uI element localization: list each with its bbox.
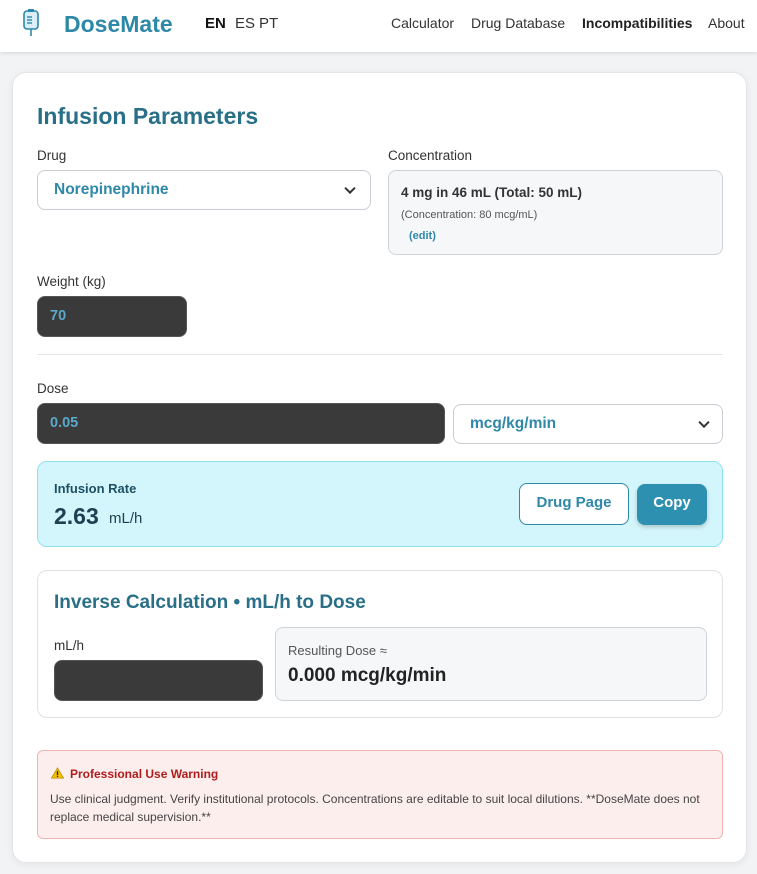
concentration-main: 4 mg in 46 mL (Total: 50 mL) <box>401 185 583 200</box>
inverse-calculation-panel: Inverse Calculation • mL/h to Dose mL/h … <box>37 570 723 718</box>
calculator-card: Infusion Parameters Drug Norepinephrine … <box>12 72 747 863</box>
chevron-down-icon <box>698 416 710 429</box>
section-title: Infusion Parameters <box>37 103 259 129</box>
infusion-rate-label: Infusion Rate <box>54 481 137 496</box>
lang-en[interactable]: EN <box>205 15 226 32</box>
mlh-label: mL/h <box>54 638 85 653</box>
nav-about[interactable]: About <box>708 15 745 31</box>
drug-label: Drug <box>37 148 67 163</box>
lang-es[interactable]: ES <box>235 15 255 32</box>
dose-label: Dose <box>37 381 69 396</box>
concentration-sub: (Concentration: 80 mcg/mL) <box>401 209 538 221</box>
nav-drug-database[interactable]: Drug Database <box>471 15 565 31</box>
mlh-input[interactable] <box>54 660 263 701</box>
top-navbar: DoseMate EN ES PT Calculator Drug Databa… <box>0 0 757 52</box>
dose-unit-select[interactable]: mcg/kg/min <box>453 404 723 444</box>
inverse-title: Inverse Calculation • mL/h to Dose <box>54 592 366 613</box>
drug-page-button[interactable]: Drug Page <box>519 483 629 525</box>
resulting-dose-value: 0.000 mcg/kg/min <box>288 665 447 686</box>
lang-pt[interactable]: PT <box>259 15 278 32</box>
concentration-label: Concentration <box>388 148 473 163</box>
resulting-dose-label: Resulting Dose ≈ <box>288 643 387 658</box>
brand-name[interactable]: DoseMate <box>64 11 173 38</box>
dose-unit-value: mcg/kg/min <box>470 415 557 432</box>
professional-warning: Professional Use Warning Use clinical ju… <box>37 750 723 839</box>
warning-text: Use clinical judgment. Verify institutio… <box>50 792 700 824</box>
resulting-dose-box: Resulting Dose ≈ 0.000 mcg/kg/min <box>275 627 707 701</box>
infusion-rate-unit: mL/h <box>109 510 143 527</box>
nav-incompatibilities[interactable]: Incompatibilities <box>582 15 692 31</box>
concentration-edit-link[interactable]: (edit) <box>409 230 436 242</box>
iv-bag-icon <box>23 9 39 36</box>
warning-title: Professional Use Warning <box>70 767 219 781</box>
concentration-box: 4 mg in 46 mL (Total: 50 mL) (Concentrat… <box>388 170 723 255</box>
copy-button[interactable]: Copy <box>637 484 707 525</box>
weight-input[interactable]: 70 <box>37 296 187 337</box>
drug-select[interactable]: Norepinephrine <box>37 170 371 210</box>
weight-label: Weight (kg) <box>37 274 106 289</box>
drug-select-value: Norepinephrine <box>54 181 169 198</box>
dose-input[interactable]: 0.05 <box>37 403 445 444</box>
nav-calculator[interactable]: Calculator <box>391 15 454 31</box>
warning-triangle-icon <box>51 767 64 779</box>
divider <box>37 354 723 355</box>
chevron-down-icon <box>344 182 356 195</box>
infusion-rate-value: 2.63 <box>54 503 99 529</box>
infusion-rate-panel: Infusion Rate 2.63 mL/h Drug Page Copy <box>37 461 723 547</box>
